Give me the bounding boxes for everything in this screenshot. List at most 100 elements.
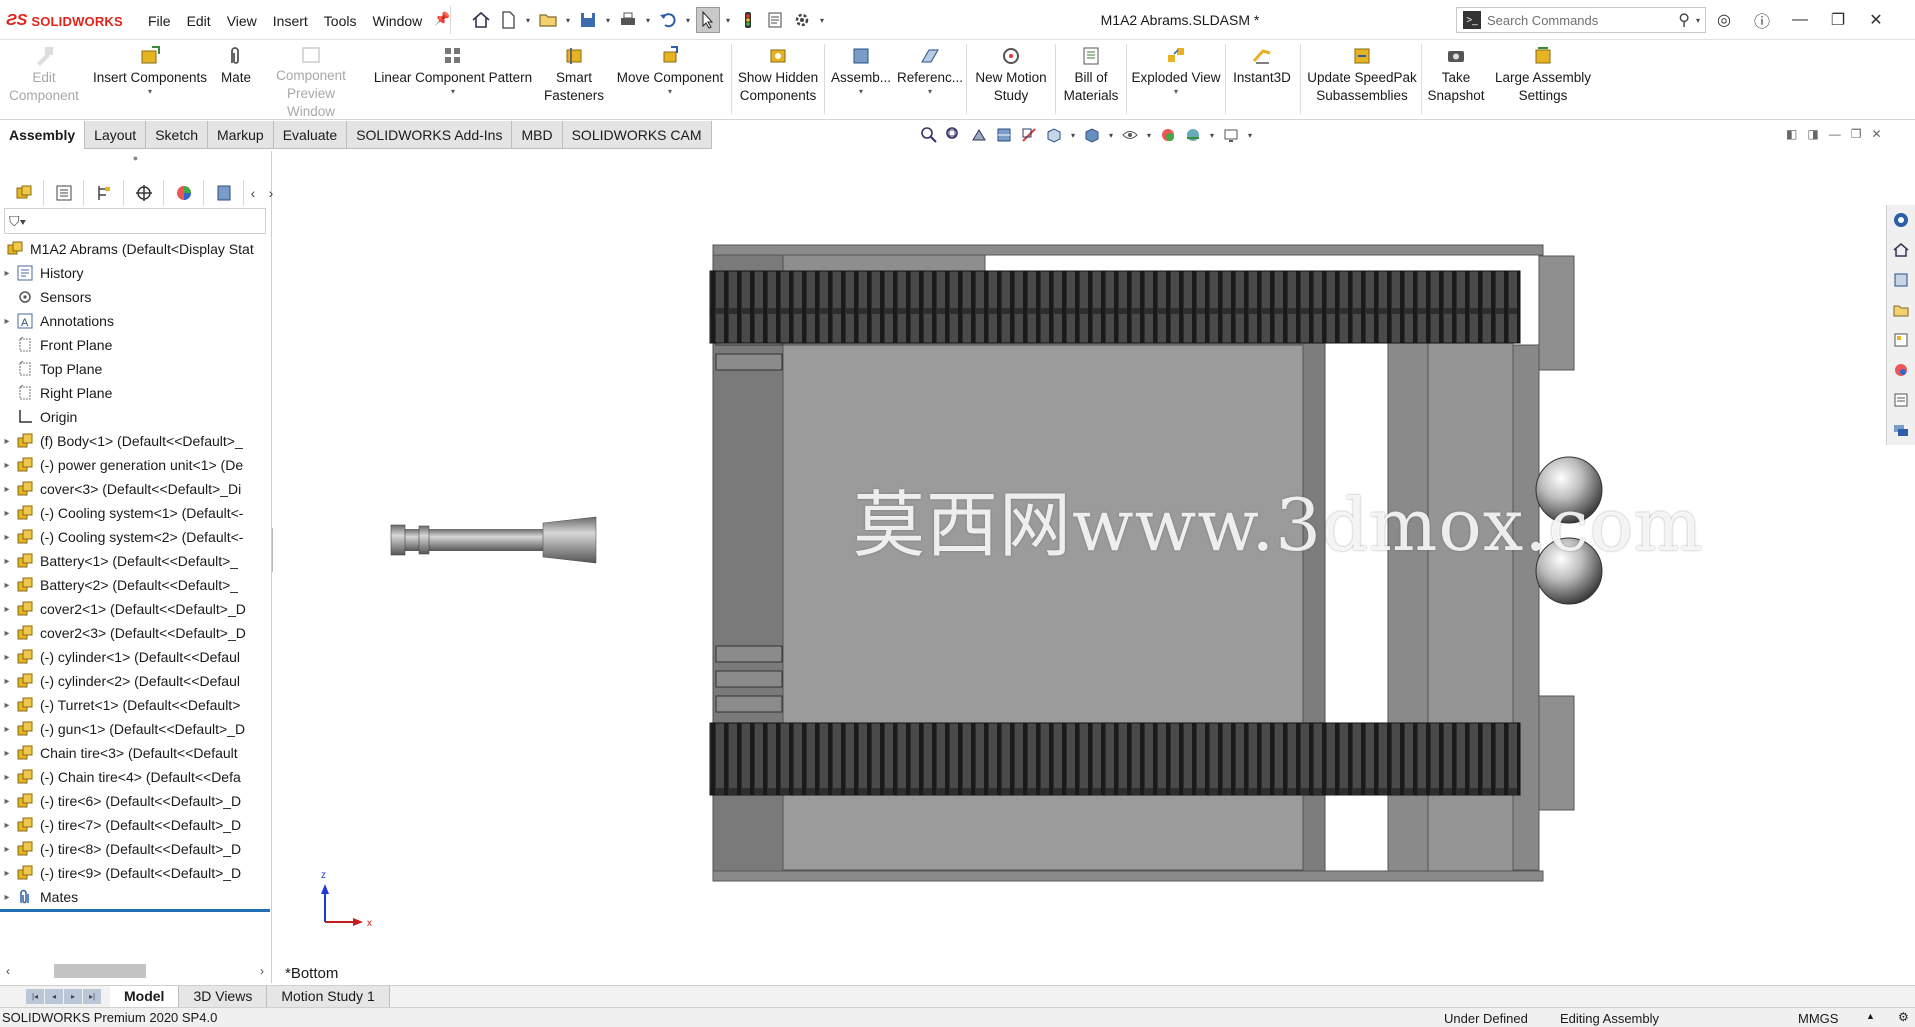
track-top[interactable] — [709, 270, 1521, 344]
new-document-icon[interactable] — [496, 7, 520, 33]
search-dropdown-icon[interactable]: ▾ — [1696, 16, 1705, 25]
tree-item[interactable]: ▸ Battery<1> (Default<<Default>_ — [0, 549, 272, 573]
expand-arrow-icon[interactable]: ▸ — [0, 868, 14, 879]
prev-tab-icon[interactable]: ◂ — [45, 989, 63, 1004]
appearances-icon[interactable] — [1887, 355, 1915, 385]
tree-item[interactable]: ▸ (f) Body<1> (Default<<Default>_ — [0, 429, 272, 453]
search-icon[interactable]: ⚲ — [1678, 10, 1690, 30]
tree-item[interactable]: ▸ cover2<3> (Default<<Default>_D — [0, 621, 272, 645]
previous-view-icon[interactable] — [968, 125, 990, 145]
dimxpert-manager-tab-icon[interactable] — [124, 180, 164, 206]
options-dropdown-icon[interactable]: ▾ — [817, 16, 827, 25]
tree-item[interactable]: Top Plane — [0, 357, 272, 381]
select-pointer-icon[interactable] — [696, 7, 720, 33]
mate-button[interactable]: Mate — [216, 44, 256, 116]
rebuild-icon[interactable] — [736, 7, 760, 33]
view-settings-icon[interactable] — [1220, 125, 1242, 145]
tree-item[interactable]: ▸ History — [0, 261, 272, 285]
viewport-minimize-icon[interactable]: — — [1829, 127, 1841, 141]
last-tab-icon[interactable]: ▸| — [83, 989, 101, 1004]
tree-item[interactable]: ▸ (-) tire<7> (Default<<Default>_D — [0, 813, 272, 837]
expand-arrow-icon[interactable]: ▸ — [0, 700, 14, 711]
panel-grip[interactable]: ● — [0, 151, 271, 165]
hide-show-dropdown-icon[interactable]: ▾ — [1144, 131, 1154, 140]
new-dropdown-icon[interactable]: ▾ — [523, 16, 533, 25]
tree-item[interactable]: Right Plane — [0, 381, 272, 405]
first-tab-icon[interactable]: |◂ — [26, 989, 44, 1004]
menu-file[interactable]: File — [140, 11, 179, 31]
expand-arrow-icon[interactable]: ▸ — [0, 604, 14, 615]
large-assembly-settings-button[interactable]: Large Assembly Settings — [1490, 44, 1596, 116]
scroll-thumb[interactable] — [54, 964, 146, 978]
forum-icon[interactable] — [1887, 415, 1915, 445]
options-gear-icon[interactable] — [790, 7, 814, 33]
dynamic-annotation-icon[interactable] — [1018, 125, 1040, 145]
menu-tools[interactable]: Tools — [316, 11, 365, 31]
status-info-icon[interactable]: ⚙ — [1898, 1010, 1909, 1024]
move-component-button[interactable]: Move Component ▾ — [612, 44, 728, 116]
horizontal-scrollbar[interactable]: ‹ › — [4, 962, 266, 980]
search-input[interactable]: Search Commands — [1487, 13, 1672, 28]
apply-scene-icon[interactable] — [1182, 125, 1204, 145]
print-dropdown-icon[interactable]: ▾ — [643, 16, 653, 25]
smart-fasteners-button[interactable]: Smart Fasteners — [540, 44, 608, 116]
tree-item[interactable]: ▸ cover2<1> (Default<<Default>_D — [0, 597, 272, 621]
viewport-right-icon[interactable]: ◨ — [1807, 127, 1818, 141]
expand-arrow-icon[interactable]: ▸ — [0, 652, 14, 663]
file-properties-icon[interactable] — [763, 7, 787, 33]
restore-icon[interactable]: ❐ — [1826, 8, 1850, 32]
tree-item[interactable]: ▸ (-) Turret<1> (Default<<Default> — [0, 693, 272, 717]
close-icon[interactable]: ✕ — [1864, 8, 1888, 32]
tree-item[interactable]: Sensors — [0, 285, 272, 309]
select-dropdown-icon[interactable]: ▾ — [723, 16, 733, 25]
exploded-view-dropdown-icon[interactable]: ▾ — [1174, 87, 1178, 97]
expand-arrow-icon[interactable]: ▸ — [0, 676, 14, 687]
expand-arrow-icon[interactable]: ▸ — [0, 532, 14, 543]
tab-3d-views[interactable]: 3D Views — [179, 986, 268, 1007]
new-motion-study-button[interactable]: New Motion Study — [970, 44, 1052, 116]
save-icon[interactable] — [576, 7, 600, 33]
menu-edit[interactable]: Edit — [179, 11, 219, 31]
tab-layout[interactable]: Layout — [85, 121, 147, 149]
bill-of-materials-button[interactable]: Bill of Materials — [1058, 44, 1124, 116]
cam-feature-tree-tab-icon[interactable] — [204, 180, 244, 206]
expand-arrow-icon[interactable]: ▸ — [0, 628, 14, 639]
custom-properties-icon[interactable] — [1887, 385, 1915, 415]
expand-arrow-icon[interactable]: ▸ — [0, 820, 14, 831]
user-account-icon[interactable]: ◎ — [1712, 8, 1736, 32]
edit-appearance-icon[interactable] — [1157, 125, 1179, 145]
instant3d-button[interactable]: Instant3D — [1228, 44, 1296, 116]
expand-arrow-icon[interactable]: ▸ — [0, 556, 14, 567]
linear-pattern-dropdown-icon[interactable]: ▾ — [451, 87, 455, 97]
tabs-scroll-left-icon[interactable]: ‹ — [244, 185, 262, 201]
zoom-to-fit-icon[interactable] — [918, 125, 940, 145]
tab-mbd[interactable]: MBD — [512, 121, 563, 149]
tree-item[interactable]: ▸ (-) Cooling system<1> (Default<- — [0, 501, 272, 525]
expand-arrow-icon[interactable]: ▸ — [0, 484, 14, 495]
tree-item[interactable]: ▸ (-) Chain tire<4> (Default<<Defa — [0, 765, 272, 789]
expand-arrow-icon[interactable]: ▸ — [0, 748, 14, 759]
expand-arrow-icon[interactable]: ▸ — [0, 580, 14, 591]
component-preview-button[interactable]: Component Preview Window — [262, 44, 360, 119]
linear-component-pattern-button[interactable]: Linear Component Pattern ▾ — [368, 44, 538, 116]
tree-item[interactable]: ▸ (-) tire<8> (Default<<Default>_D — [0, 837, 272, 861]
show-hidden-components-button[interactable]: Show Hidden Components — [736, 44, 820, 116]
next-tab-icon[interactable]: ▸ — [64, 989, 82, 1004]
menu-window[interactable]: Window — [364, 11, 430, 31]
tab-model[interactable]: Model — [110, 986, 180, 1007]
tree-item[interactable]: ▸ Battery<2> (Default<<Default>_ — [0, 573, 272, 597]
pin-icon[interactable]: 📌 — [434, 11, 450, 31]
display-manager-tab-icon[interactable] — [164, 180, 204, 206]
apply-scene-dropdown-icon[interactable]: ▾ — [1207, 131, 1217, 140]
solidworks-logo[interactable]: ƧS SOLIDWORKS — [6, 10, 123, 32]
home-icon[interactable] — [469, 7, 493, 33]
tab-addins[interactable]: SOLIDWORKS Add-Ins — [347, 121, 513, 149]
tree-item[interactable]: ▸ (-) tire<6> (Default<<Default>_D — [0, 789, 272, 813]
tree-filter[interactable]: ⛉▾ — [4, 208, 266, 234]
menu-view[interactable]: View — [219, 11, 265, 31]
tree-item[interactable]: ▸ Mates — [0, 885, 272, 909]
tab-sketch[interactable]: Sketch — [146, 121, 209, 149]
tree-root-assembly[interactable]: M1A2 Abrams (Default<Display Stat — [0, 237, 272, 261]
save-dropdown-icon[interactable]: ▾ — [603, 16, 613, 25]
scroll-right-icon[interactable]: › — [260, 964, 264, 978]
